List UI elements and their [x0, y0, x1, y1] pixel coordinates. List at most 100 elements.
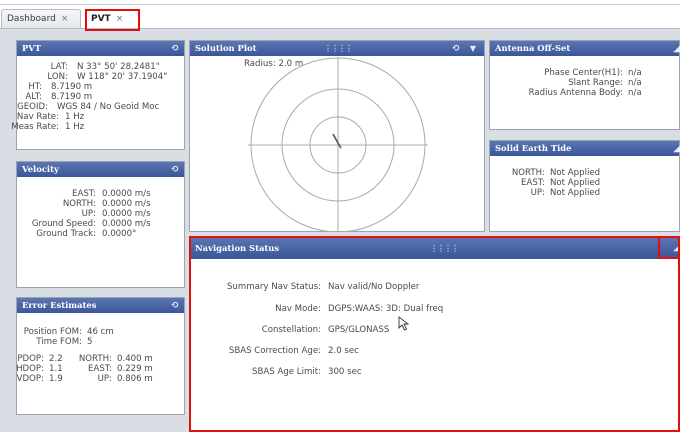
alt-label: ALT:: [25, 92, 42, 102]
east-error-value: 0.229 m: [117, 364, 153, 374]
refresh-icon[interactable]: ⟲: [452, 41, 460, 56]
tab-dashboard-label: Dashboard: [7, 14, 56, 24]
east-velocity-label: EAST:: [72, 189, 96, 199]
north-error-value: 0.400 m: [117, 354, 153, 364]
up-velocity-value: 0.0000 m/s: [102, 209, 151, 219]
north-velocity-label: NORTH:: [62, 199, 96, 209]
pvt-panel: PVT ⟲ LAT: N 33° 50' 28.2481" LON: W 118…: [11, 40, 185, 150]
summary-nav-status-label: Summary Nav Status:: [226, 282, 321, 292]
solid-earth-tide-title: Solid Earth Tide: [495, 143, 572, 153]
lon-label: LON:: [47, 72, 68, 82]
ht-label: HT:: [28, 82, 42, 92]
tide-east-label: EAST:: [521, 178, 545, 188]
collapse-icon[interactable]: ◢: [673, 141, 680, 156]
phase-center-label: Phase Center(H1):: [544, 68, 623, 78]
collapse-icon[interactable]: ◢: [673, 41, 680, 56]
tide-north-label: NORTH:: [511, 168, 545, 178]
radius-antenna-body-label: Radius Antenna Body:: [528, 88, 623, 98]
radius-antenna-body-value: n/a: [628, 88, 642, 98]
meas-rate-value: 1 Hz: [65, 122, 85, 132]
pdop-label: PDOP:: [17, 354, 44, 364]
top-divider: [0, 4, 680, 5]
solution-plot-panel: Solution Plot ⋮⋮⋮⋮ ⟲ ▼ Radius: 2.0 m: [189, 40, 485, 232]
ground-speed-value: 0.0000 m/s: [102, 219, 151, 229]
pvt-panel-title: PVT: [22, 43, 42, 53]
navigation-status-title: Navigation Status: [195, 243, 280, 253]
slant-range-label: Slant Range:: [568, 78, 623, 88]
vdop-label: VDOP:: [16, 374, 44, 384]
alt-value: 8.7190 m: [51, 92, 93, 102]
tab-pvt-label: PVT: [91, 14, 111, 24]
solid-earth-tide-title-bar[interactable]: Solid Earth Tide ◢: [490, 141, 680, 156]
nav-mode-label: Nav Mode:: [275, 304, 321, 314]
menu-icon[interactable]: ▼: [470, 41, 476, 56]
phase-center-value: n/a: [628, 68, 642, 78]
meas-rate-label: Meas Rate:: [11, 122, 59, 132]
ground-track-value: 0.0000°: [102, 229, 137, 239]
east-error-label: EAST:: [88, 364, 112, 374]
error-estimates-title-bar[interactable]: Error Estimates ⟲: [17, 298, 184, 313]
velocity-panel-title-bar[interactable]: Velocity ⟲: [17, 162, 184, 177]
refresh-icon[interactable]: ⟲: [171, 162, 179, 177]
lat-label: LAT:: [50, 62, 68, 72]
sbas-correction-age-label: SBAS Correction Age:: [228, 346, 321, 356]
antenna-offset-title: Antenna Off-Set: [495, 43, 571, 53]
error-estimates-title: Error Estimates: [22, 300, 97, 310]
position-trace: [332, 133, 342, 149]
position-fom-label: Position FOM:: [23, 327, 82, 337]
geoid-label: GEOID:: [17, 102, 48, 112]
sbas-correction-age-value: 2.0 sec: [328, 346, 359, 356]
pdop-value: 2.2: [49, 354, 63, 364]
sbas-age-limit-label: SBAS Age Limit:: [252, 367, 321, 377]
slant-range-value: n/a: [628, 78, 642, 88]
east-velocity-value: 0.0000 m/s: [102, 189, 151, 199]
velocity-panel-title: Velocity: [22, 164, 59, 174]
nav-rate-label: Nav Rate:: [16, 112, 59, 122]
tab-pvt[interactable]: PVT ×: [85, 9, 139, 28]
position-fom-value: 46 cm: [87, 327, 114, 337]
vdop-value: 1.9: [49, 374, 63, 384]
tab-pvt-close-icon[interactable]: ×: [116, 14, 124, 24]
velocity-panel: Velocity ⟲ EAST: 0.0000 m/s NORTH: 0.000…: [16, 161, 185, 288]
drag-grip-icon[interactable]: ⋮⋮⋮⋮: [324, 41, 353, 56]
tide-up-label: UP:: [530, 188, 545, 198]
pvt-panel-title-bar[interactable]: PVT ⟲: [17, 41, 184, 56]
collapse-icon[interactable]: ◢: [673, 237, 680, 259]
hdop-label: HDOP:: [16, 364, 44, 374]
sbas-age-limit-value: 300 sec: [328, 367, 362, 377]
antenna-offset-panel: Antenna Off-Set ◢ Phase Center(H1): n/a …: [489, 40, 680, 130]
north-error-label: NORTH:: [78, 354, 112, 364]
tab-dashboard-close-icon[interactable]: ×: [61, 14, 69, 24]
navigation-status-title-bar[interactable]: Navigation Status ⋮⋮⋮⋮ ◢: [190, 237, 680, 259]
constellation-label: Constellation:: [261, 325, 321, 335]
ground-speed-label: Ground Speed:: [31, 219, 96, 229]
time-fom-label: Time FOM:: [36, 337, 82, 347]
tab-dashboard[interactable]: Dashboard ×: [1, 9, 81, 28]
solid-earth-tide-panel: Solid Earth Tide ◢ NORTH: Not Applied EA…: [489, 140, 680, 232]
nav-mode-value: DGPS:WAAS: 3D: Dual freq: [328, 304, 444, 314]
tide-east-value: Not Applied: [550, 178, 601, 188]
time-fom-value: 5: [87, 337, 93, 347]
solution-plot-title-bar[interactable]: Solution Plot ⋮⋮⋮⋮ ⟲ ▼: [190, 41, 484, 56]
drag-grip-icon[interactable]: ⋮⋮⋮⋮: [430, 237, 459, 259]
north-velocity-value: 0.0000 m/s: [102, 199, 151, 209]
refresh-icon[interactable]: ⟲: [171, 298, 179, 313]
nav-rate-value: 1 Hz: [65, 112, 85, 122]
up-velocity-label: UP:: [81, 209, 96, 219]
refresh-icon[interactable]: ⟲: [171, 41, 179, 56]
ground-track-label: Ground Track:: [36, 229, 96, 239]
tide-north-value: Not Applied: [550, 168, 601, 178]
up-error-label: UP:: [97, 374, 112, 384]
ht-value: 8.7190 m: [51, 82, 93, 92]
error-estimates-panel: Error Estimates ⟲ Position FOM: 46 cm Ti…: [16, 297, 185, 415]
up-error-value: 0.806 m: [117, 374, 153, 384]
tide-up-value: Not Applied: [550, 188, 601, 198]
geoid-value: WGS 84 / No Geoid Moc: [57, 102, 160, 112]
lon-value: W 118° 20' 37.1904": [77, 72, 168, 82]
lat-value: N 33° 50' 28.2481": [77, 62, 160, 72]
constellation-value: GPS/GLONASS: [328, 325, 390, 335]
antenna-offset-title-bar[interactable]: Antenna Off-Set ◢: [490, 41, 680, 56]
mouse-cursor-icon: [398, 316, 410, 331]
solution-plot-title: Solution Plot: [195, 43, 257, 53]
summary-nav-status-value: Nav valid/No Doppler: [328, 282, 420, 292]
